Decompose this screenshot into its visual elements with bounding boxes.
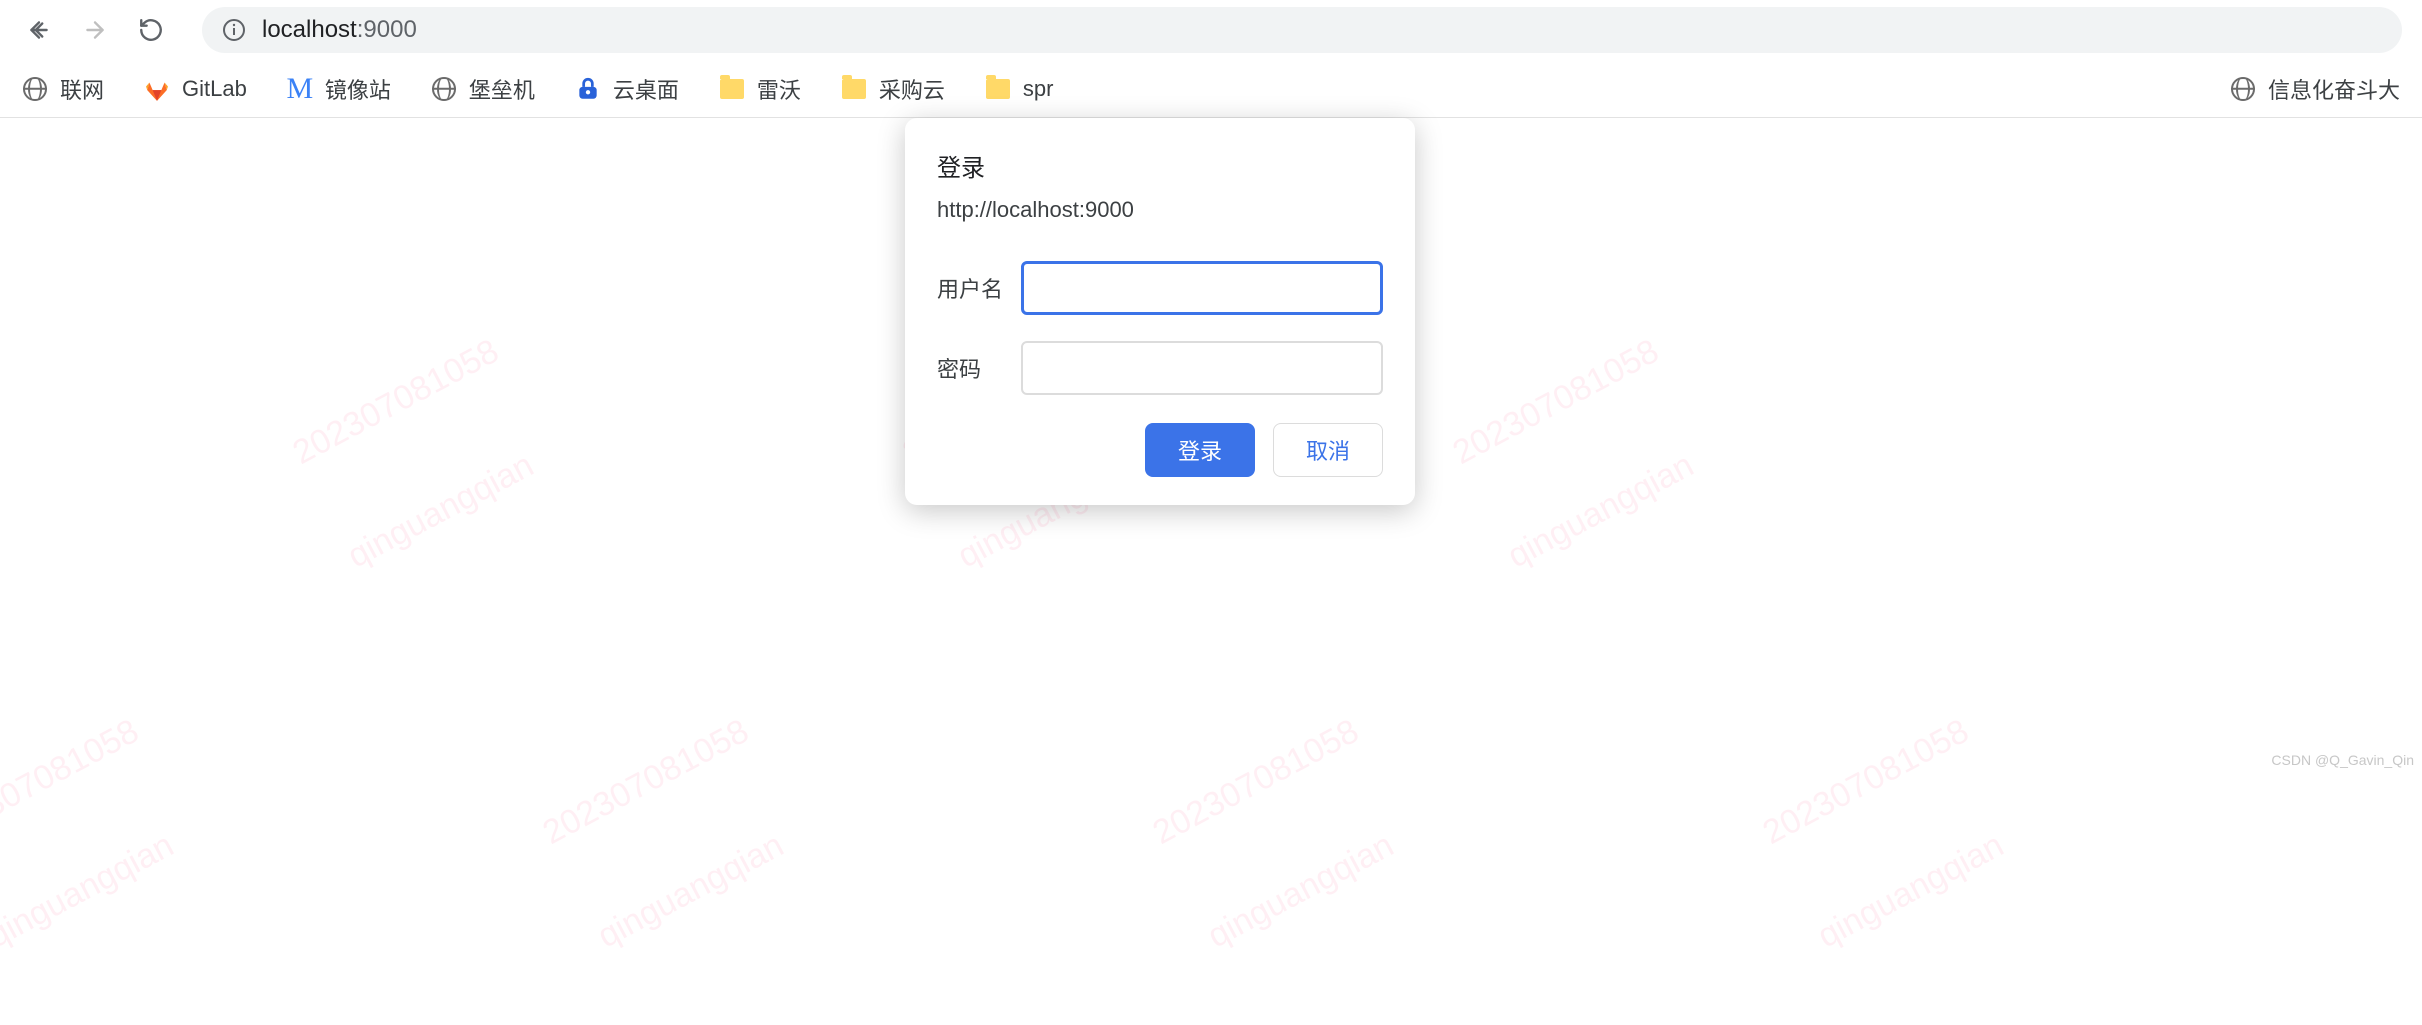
url-text: localhost:9000 xyxy=(262,16,417,44)
lock-icon xyxy=(575,76,601,102)
bookmark-label: 雷沃 xyxy=(757,73,801,105)
watermark: 202307081058 qinguangqian xyxy=(500,643,847,1025)
password-input[interactable] xyxy=(1021,341,1383,395)
bookmark-spr[interactable]: spr xyxy=(979,72,1060,106)
username-label: 用户名 xyxy=(937,272,1021,304)
password-label: 密码 xyxy=(937,352,1021,384)
bookmark-label: spr xyxy=(1023,76,1054,102)
back-button[interactable] xyxy=(20,11,58,49)
globe-icon xyxy=(22,76,48,102)
bookmark-infohua[interactable]: 信息化奋斗大 xyxy=(2224,69,2406,109)
browser-nav-toolbar: localhost:9000 xyxy=(0,0,2422,60)
bookmark-label: 采购云 xyxy=(879,73,945,105)
watermark: 202307081058 qinguangqian xyxy=(1720,643,2067,1025)
folder-icon xyxy=(841,76,867,102)
watermark: 202307081058 qinguangqian xyxy=(0,643,237,1025)
globe-icon xyxy=(2230,76,2256,102)
bookmark-bastion[interactable]: 堡垒机 xyxy=(425,69,541,109)
site-info-icon[interactable] xyxy=(222,18,246,42)
bookmark-leiwo[interactable]: 雷沃 xyxy=(713,69,807,109)
http-auth-dialog: 登录 http://localhost:9000 用户名 密码 登录 取消 xyxy=(905,118,1415,505)
globe-icon xyxy=(431,76,457,102)
bookmark-label: 镜像站 xyxy=(325,73,391,105)
bookmark-label: 联网 xyxy=(60,73,104,105)
footer-credit: CSDN @Q_Gavin_Qin xyxy=(2271,752,2414,768)
forward-button[interactable] xyxy=(76,11,114,49)
bookmark-label: 信息化奋斗大 xyxy=(2268,73,2400,105)
bookmark-gitlab[interactable]: GitLab xyxy=(138,72,253,106)
cancel-button[interactable]: 取消 xyxy=(1273,423,1383,477)
m-icon: M xyxy=(287,76,313,102)
username-input[interactable] xyxy=(1021,261,1383,315)
bookmark-label: GitLab xyxy=(182,76,247,102)
address-bar[interactable]: localhost:9000 xyxy=(202,7,2402,53)
bookmark-caigouyun[interactable]: 采购云 xyxy=(835,69,951,109)
folder-icon xyxy=(719,76,745,102)
dialog-title: 登录 xyxy=(937,148,1383,183)
bookmark-mirror[interactable]: M 镜像站 xyxy=(281,69,397,109)
bookmarks-bar: 联网 GitLab M 镜像站 堡垒机 云桌面 雷沃 采购云 spr 信息化奋斗… xyxy=(0,60,2422,118)
folder-icon xyxy=(985,76,1011,102)
watermark: 202307081058 qinguangqian xyxy=(250,263,597,645)
page-content: 202307081058 qinguangqian 202307081058 q… xyxy=(0,118,2422,774)
dialog-origin: http://localhost:9000 xyxy=(937,197,1383,223)
reload-button[interactable] xyxy=(132,11,170,49)
watermark: 202307081058 qinguangqian xyxy=(1410,263,1757,645)
bookmark-lianwang[interactable]: 联网 xyxy=(16,69,110,109)
gitlab-icon xyxy=(144,76,170,102)
bookmark-label: 堡垒机 xyxy=(469,73,535,105)
login-button[interactable]: 登录 xyxy=(1145,423,1255,477)
bookmark-label: 云桌面 xyxy=(613,73,679,105)
bookmark-cloud-desktop[interactable]: 云桌面 xyxy=(569,69,685,109)
watermark: 202307081058 qinguangqian xyxy=(1110,643,1457,1025)
